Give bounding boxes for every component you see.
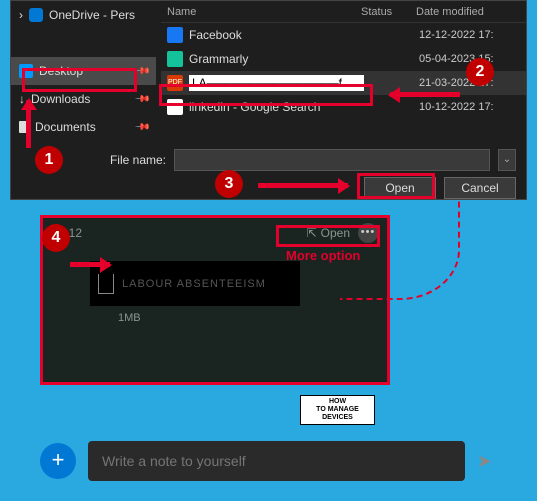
filename-input[interactable] xyxy=(174,149,490,171)
chat-message-card: 09:12 ⇱ Open ••• LABOUR ABSENTEEISM 1MB xyxy=(40,215,390,385)
google-icon xyxy=(167,99,183,115)
file-name: Facebook xyxy=(189,28,364,42)
message-time: 09:12 xyxy=(52,226,82,240)
file-row[interactable]: Facebook 12-12-2022 17: xyxy=(161,23,526,47)
sidebar-desktop[interactable]: Desktop 📌 xyxy=(11,57,156,85)
chat-input-bar: + ➤ xyxy=(40,438,500,484)
file-date: 21-03-2022 17: xyxy=(419,77,494,89)
col-status[interactable]: Status xyxy=(361,6,416,18)
cloud-icon xyxy=(29,8,43,22)
cancel-button[interactable]: Cancel xyxy=(444,177,516,199)
more-options-button[interactable]: ••• xyxy=(358,223,378,243)
open-label: Open xyxy=(321,226,350,240)
sidebar: › OneDrive - Pers Desktop 📌 ↓ Downloads … xyxy=(11,1,156,141)
attachment[interactable]: LABOUR ABSENTEEISM 1MB xyxy=(90,261,300,324)
file-row[interactable]: Grammarly 05-04-2023 15: xyxy=(161,47,526,71)
send-icon[interactable]: ➤ xyxy=(477,451,492,472)
filename-row: File name: ⌄ xyxy=(11,149,516,171)
external-icon: ⇱ xyxy=(307,226,317,240)
file-icon xyxy=(98,274,114,294)
sidebar-label: Desktop xyxy=(39,64,83,78)
open-attachment[interactable]: ⇱ Open xyxy=(307,226,350,240)
sidebar-documents[interactable]: Documents 📌 xyxy=(11,113,156,141)
desktop-icon xyxy=(19,64,33,78)
pin-icon: 📌 xyxy=(133,63,150,80)
chat-header: 09:12 ⇱ Open ••• xyxy=(40,215,390,251)
file-open-dialog: › OneDrive - Pers Desktop 📌 ↓ Downloads … xyxy=(10,0,527,200)
file-row-selected[interactable]: PDF LA▬▬▬▬▬▬▬▬▬▬▬f 21-03-2022 17: xyxy=(161,71,526,95)
watermark-logo: HOWTO MANAGEDEVICES xyxy=(300,395,375,425)
attachment-name: LABOUR ABSENTEEISM xyxy=(122,278,266,290)
message-input[interactable] xyxy=(88,441,465,481)
pin-icon: 📌 xyxy=(133,91,150,108)
filename-label: File name: xyxy=(11,153,166,167)
pdf-icon: PDF xyxy=(167,75,183,91)
sidebar-label: Documents xyxy=(35,120,96,134)
attachment-preview: LABOUR ABSENTEEISM xyxy=(90,261,300,306)
open-button[interactable]: Open xyxy=(364,177,436,199)
document-icon xyxy=(19,121,29,133)
download-icon: ↓ xyxy=(19,92,25,106)
file-date: 05-04-2023 15: xyxy=(419,53,494,65)
chevron-right-icon: › xyxy=(19,8,23,22)
pin-icon: 📌 xyxy=(133,119,150,136)
sidebar-onedrive[interactable]: › OneDrive - Pers xyxy=(11,1,156,29)
file-row[interactable]: linkedin - Google Search 10-12-2022 17: xyxy=(161,95,526,119)
grammarly-icon xyxy=(167,51,183,67)
sidebar-label: Downloads xyxy=(31,92,90,106)
dialog-buttons: Open Cancel xyxy=(364,177,516,199)
attachment-size: 1MB xyxy=(90,306,300,324)
file-name: LA▬▬▬▬▬▬▬▬▬▬▬f xyxy=(189,75,364,91)
file-name: Grammarly xyxy=(189,52,364,66)
dropdown-icon[interactable]: ⌄ xyxy=(498,149,516,171)
file-name: linkedin - Google Search xyxy=(189,100,364,114)
sidebar-label: OneDrive - Pers xyxy=(49,8,135,22)
col-name[interactable]: Name xyxy=(161,6,361,18)
list-header: Name Status Date modified xyxy=(161,1,526,23)
file-date: 12-12-2022 17: xyxy=(419,29,494,41)
facebook-icon xyxy=(167,27,183,43)
col-date[interactable]: Date modified xyxy=(416,6,484,18)
sidebar-downloads[interactable]: ↓ Downloads 📌 xyxy=(11,85,156,113)
add-button[interactable]: + xyxy=(40,443,76,479)
file-date: 10-12-2022 17: xyxy=(419,101,494,113)
file-list: Name Status Date modified Facebook 12-12… xyxy=(161,1,526,141)
